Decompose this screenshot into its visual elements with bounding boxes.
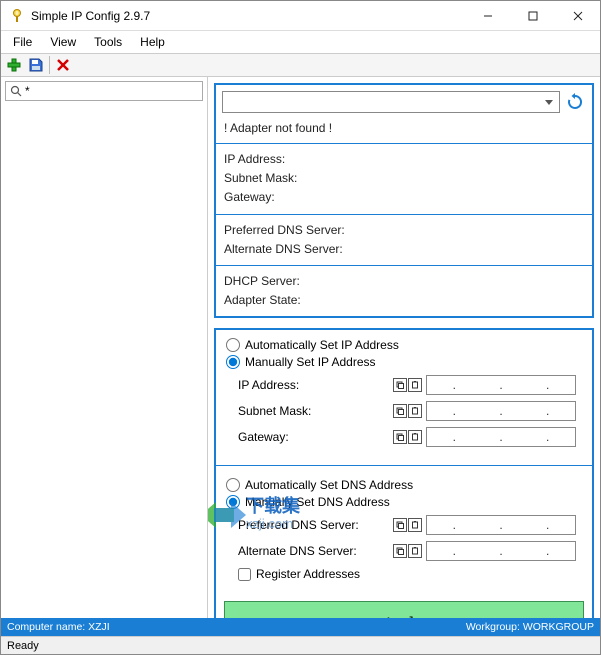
info-gateway: Gateway: <box>224 188 584 207</box>
close-button[interactable] <box>555 1 600 30</box>
label-ip-auto: Automatically Set IP Address <box>245 338 399 352</box>
copy-subnet-button[interactable] <box>393 404 407 418</box>
radio-dns-auto[interactable] <box>226 478 240 492</box>
info-network: IP Address: Subnet Mask: Gateway: <box>216 143 592 214</box>
adapter-info-panel: ! Adapter not found ! IP Address: Subnet… <box>214 83 594 318</box>
info-subnet: Subnet Mask: <box>224 169 584 188</box>
paste-pref-dns-button[interactable] <box>408 518 422 532</box>
toolbar <box>1 53 600 77</box>
copy-alt-dns-button[interactable] <box>393 544 407 558</box>
register-addresses-checkbox[interactable] <box>238 568 251 581</box>
search-box[interactable] <box>5 81 203 101</box>
info-ip: IP Address: <box>224 150 584 169</box>
paste-alt-dns-button[interactable] <box>408 544 422 558</box>
alt-dns-input[interactable]: ... <box>426 541 576 561</box>
subnet-mask-input[interactable]: ... <box>426 401 576 421</box>
search-input[interactable] <box>25 84 198 98</box>
dns-config-section: Automatically Set DNS Address Manually S… <box>216 470 592 597</box>
refresh-button[interactable] <box>564 91 586 113</box>
field-label-alt-dns: Alternate DNS Server: <box>238 544 393 558</box>
add-button[interactable] <box>5 56 23 74</box>
status-bar: Ready <box>1 636 600 654</box>
computer-name: Computer name: XZJI <box>7 621 110 633</box>
menu-view[interactable]: View <box>42 33 84 51</box>
adapter-select[interactable] <box>222 91 560 113</box>
footer-info: Computer name: XZJI Workgroup: WORKGROUP <box>1 618 600 636</box>
delete-button[interactable] <box>54 56 72 74</box>
menu-help[interactable]: Help <box>132 33 173 51</box>
info-pref-dns: Preferred DNS Server: <box>224 221 584 240</box>
menubar: File View Tools Help <box>1 31 600 53</box>
content-area: ! Adapter not found ! IP Address: Subnet… <box>1 77 600 618</box>
search-icon <box>10 85 22 97</box>
titlebar: Simple IP Config 2.9.7 <box>1 1 600 31</box>
app-icon <box>9 8 25 24</box>
copy-pref-dns-button[interactable] <box>393 518 407 532</box>
menu-tools[interactable]: Tools <box>86 33 130 51</box>
ip-address-input[interactable]: ... <box>426 375 576 395</box>
window-controls <box>465 1 600 30</box>
minimize-button[interactable] <box>465 1 510 30</box>
window-title: Simple IP Config 2.9.7 <box>31 9 465 23</box>
ip-config-section: Automatically Set IP Address Manually Se… <box>216 330 592 461</box>
radio-ip-auto[interactable] <box>226 338 240 352</box>
pref-dns-input[interactable]: ... <box>426 515 576 535</box>
label-dns-auto: Automatically Set DNS Address <box>245 478 413 492</box>
workgroup-name: Workgroup: WORKGROUP <box>466 621 594 633</box>
paste-subnet-button[interactable] <box>408 404 422 418</box>
label-dns-manual: Manually Set DNS Address <box>245 495 390 509</box>
label-ip-manual: Manually Set IP Address <box>245 355 376 369</box>
menu-file[interactable]: File <box>5 33 40 51</box>
right-pane: ! Adapter not found ! IP Address: Subnet… <box>208 77 600 618</box>
gateway-input[interactable]: ... <box>426 427 576 447</box>
copy-ip-button[interactable] <box>393 378 407 392</box>
radio-ip-manual[interactable] <box>226 355 240 369</box>
paste-gateway-button[interactable] <box>408 430 422 444</box>
panel-divider <box>216 465 592 466</box>
radio-dns-manual[interactable] <box>226 495 240 509</box>
info-dhcp: DHCP Server: <box>224 272 584 291</box>
toolbar-divider <box>49 56 50 74</box>
field-label-ip: IP Address: <box>238 378 393 392</box>
left-pane <box>1 77 208 618</box>
field-label-gateway: Gateway: <box>238 430 393 444</box>
info-dns: Preferred DNS Server: Alternate DNS Serv… <box>216 214 592 265</box>
field-label-pref-dns: Preferred DNS Server: <box>238 518 393 532</box>
info-adapter-state: Adapter State: <box>224 291 584 310</box>
app-window: Simple IP Config 2.9.7 File View Tools H… <box>0 0 601 655</box>
paste-ip-button[interactable] <box>408 378 422 392</box>
apply-button[interactable]: Apply <box>224 601 584 618</box>
adapter-notfound-text: ! Adapter not found ! <box>216 119 592 143</box>
save-button[interactable] <box>27 56 45 74</box>
config-panel: Automatically Set IP Address Manually Se… <box>214 328 594 618</box>
maximize-button[interactable] <box>510 1 555 30</box>
status-text: Ready <box>7 640 39 652</box>
info-alt-dns: Alternate DNS Server: <box>224 240 584 259</box>
copy-gateway-button[interactable] <box>393 430 407 444</box>
info-state: DHCP Server: Adapter State: <box>216 265 592 316</box>
label-register: Register Addresses <box>256 567 360 581</box>
field-label-subnet: Subnet Mask: <box>238 404 393 418</box>
